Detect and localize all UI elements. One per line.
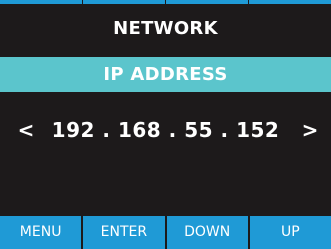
down-button[interactable]: DOWN: [166, 216, 250, 249]
softkey-bar: MENU ENTER DOWN UP: [0, 216, 331, 249]
up-button[interactable]: UP: [249, 216, 331, 249]
next-arrow-button[interactable]: >: [299, 118, 321, 142]
top-strip-segment: [0, 0, 83, 4]
page-title: NETWORK: [113, 18, 218, 39]
enter-button[interactable]: ENTER: [83, 216, 167, 249]
top-strip-segment: [166, 0, 249, 4]
top-strip-segment: [83, 0, 166, 4]
section-header: IP ADDRESS: [0, 57, 331, 92]
ip-value-row: < 192 . 168 . 55 . 152 >: [0, 113, 331, 147]
ip-address-value: 192 . 168 . 55 . 152: [51, 118, 280, 142]
top-strip-segment: [249, 0, 331, 4]
top-status-strip: [0, 0, 331, 4]
menu-button[interactable]: MENU: [0, 216, 84, 249]
